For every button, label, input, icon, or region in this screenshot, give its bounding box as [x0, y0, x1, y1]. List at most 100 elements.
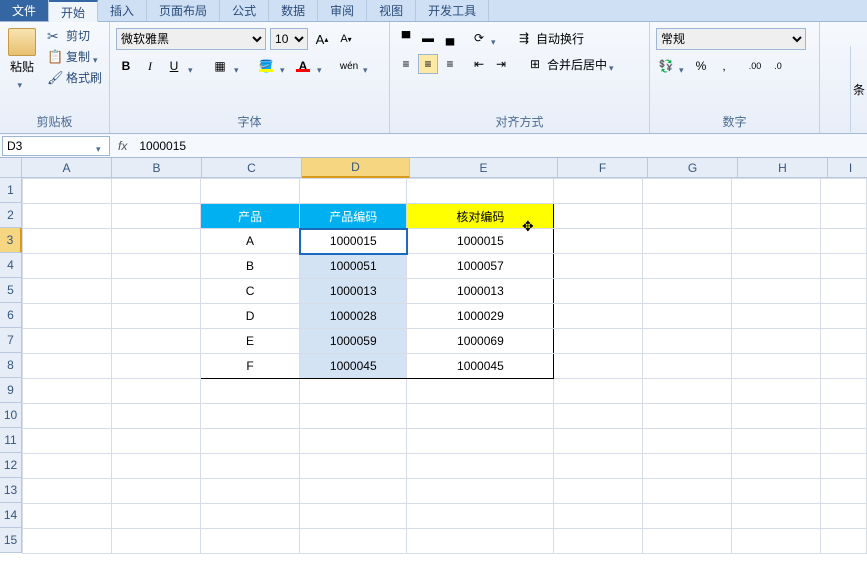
col-header-I[interactable]: I	[828, 158, 867, 178]
cell-D7[interactable]: 1000059	[300, 329, 407, 354]
cell-D3[interactable]: 1000015	[300, 229, 407, 254]
chevron-down-icon[interactable]	[609, 60, 618, 69]
col-header-G[interactable]: G	[648, 158, 738, 178]
decrease-decimal-button[interactable]: .0	[768, 56, 788, 76]
col-header-D[interactable]: D	[302, 158, 410, 178]
cell-C2[interactable]: 产品	[201, 204, 300, 229]
font-size-select[interactable]: 10	[270, 28, 308, 50]
row-header[interactable]: 3	[0, 228, 22, 253]
paste-button[interactable]: 粘贴	[4, 26, 40, 111]
cell-C4[interactable]: B	[201, 254, 300, 279]
align-center-button[interactable]: ≡	[418, 54, 438, 74]
cell-D2[interactable]: 产品编码	[300, 204, 407, 229]
cell-grid[interactable]: 产品 产品编码 核对编码 A 1000015 1000015 B 1000051…	[22, 178, 867, 554]
percent-button[interactable]: %	[691, 56, 711, 76]
font-color-button[interactable]: A	[293, 56, 313, 76]
formula-value[interactable]: 1000015	[133, 139, 867, 153]
cell-D5[interactable]: 1000013	[300, 279, 407, 304]
increase-indent-button[interactable]: ⇥	[491, 54, 511, 74]
col-header-H[interactable]: H	[738, 158, 828, 178]
col-header-E[interactable]: E	[410, 158, 558, 178]
row-header[interactable]: 11	[0, 428, 22, 453]
underline-button[interactable]: U	[164, 56, 184, 76]
align-right-button[interactable]: ≡	[440, 54, 460, 74]
cell-C6[interactable]: D	[201, 304, 300, 329]
row-header[interactable]: 13	[0, 478, 22, 503]
menu-review[interactable]: 审阅	[318, 0, 367, 21]
col-header-A[interactable]: A	[22, 158, 112, 178]
name-box[interactable]: D3	[2, 136, 110, 156]
ribbon-overflow[interactable]: 条	[850, 46, 867, 132]
cut-button[interactable]: 剪切	[44, 26, 105, 45]
fill-color-button[interactable]: 🪣	[256, 56, 276, 76]
phonetic-button[interactable]: wén	[339, 56, 359, 76]
chevron-down-icon[interactable]	[280, 62, 289, 71]
accounting-button[interactable]: 💱	[656, 56, 676, 76]
row-header[interactable]: 5	[0, 278, 22, 303]
align-bottom-button[interactable]: ▄	[440, 28, 460, 48]
border-button[interactable]: ▦	[210, 56, 230, 76]
col-header-B[interactable]: B	[112, 158, 202, 178]
menu-formula[interactable]: 公式	[220, 0, 269, 21]
row-header[interactable]: 2	[0, 203, 22, 228]
chevron-down-icon[interactable]	[679, 62, 688, 71]
align-middle-button[interactable]: ▬	[418, 28, 438, 48]
cell-E6[interactable]: 1000029	[407, 304, 554, 329]
row-header[interactable]: 15	[0, 528, 22, 553]
increase-font-button[interactable]: A▴	[312, 29, 332, 49]
menu-data[interactable]: 数据	[269, 0, 318, 21]
cell-D6[interactable]: 1000028	[300, 304, 407, 329]
menu-home[interactable]: 开始	[49, 0, 98, 22]
wrap-text-button[interactable]: ⇶	[514, 28, 534, 48]
chevron-down-icon[interactable]	[363, 62, 372, 71]
format-painter-button[interactable]: 格式刷	[44, 68, 105, 87]
cell-C8[interactable]: F	[201, 354, 300, 379]
menu-insert[interactable]: 插入	[98, 0, 147, 21]
row-header[interactable]: 9	[0, 378, 22, 403]
menu-dev[interactable]: 开发工具	[416, 0, 489, 21]
chevron-down-icon[interactable]	[188, 62, 197, 71]
wrap-label[interactable]: 自动换行	[536, 30, 584, 47]
merge-center-button[interactable]: ⊞	[525, 54, 545, 74]
align-left-button[interactable]: ≡	[396, 54, 416, 74]
cell-C7[interactable]: E	[201, 329, 300, 354]
align-top-button[interactable]: ▀	[396, 28, 416, 48]
cell-E8[interactable]: 1000045	[407, 354, 554, 379]
comma-button[interactable]: ,	[714, 56, 734, 76]
cell-C5[interactable]: C	[201, 279, 300, 304]
cell-E2[interactable]: 核对编码	[407, 204, 554, 229]
row-header[interactable]: 6	[0, 303, 22, 328]
row-header[interactable]: 8	[0, 353, 22, 378]
decrease-indent-button[interactable]: ⇤	[469, 54, 489, 74]
orientation-button[interactable]: ⟳	[469, 28, 489, 48]
cell-E3[interactable]: 1000015	[407, 229, 554, 254]
cell-E7[interactable]: 1000069	[407, 329, 554, 354]
col-header-F[interactable]: F	[558, 158, 648, 178]
cell-D8[interactable]: 1000045	[300, 354, 407, 379]
increase-decimal-button[interactable]: .00	[745, 56, 765, 76]
number-format-select[interactable]: 常规	[656, 28, 806, 50]
cell-C3[interactable]: A	[201, 229, 300, 254]
bold-button[interactable]: B	[116, 56, 136, 76]
chevron-down-icon[interactable]	[491, 34, 500, 43]
row-header[interactable]: 7	[0, 328, 22, 353]
row-header[interactable]: 14	[0, 503, 22, 528]
cell-E5[interactable]: 1000013	[407, 279, 554, 304]
chevron-down-icon[interactable]	[234, 62, 243, 71]
col-header-C[interactable]: C	[202, 158, 302, 178]
menu-view[interactable]: 视图	[367, 0, 416, 21]
merge-label[interactable]: 合并后居中	[547, 56, 607, 73]
menu-file[interactable]: 文件	[0, 0, 49, 21]
row-header[interactable]: 10	[0, 403, 22, 428]
chevron-down-icon[interactable]	[317, 62, 326, 71]
font-name-select[interactable]: 微软雅黑	[116, 28, 266, 50]
fx-button[interactable]: fx	[112, 139, 133, 153]
select-all-corner[interactable]	[0, 158, 22, 178]
cell-E4[interactable]: 1000057	[407, 254, 554, 279]
row-header[interactable]: 12	[0, 453, 22, 478]
italic-button[interactable]: I	[140, 56, 160, 76]
menu-layout[interactable]: 页面布局	[147, 0, 220, 21]
row-header[interactable]: 1	[0, 178, 22, 203]
cell-D4[interactable]: 1000051	[300, 254, 407, 279]
decrease-font-button[interactable]: A▾	[336, 29, 356, 49]
